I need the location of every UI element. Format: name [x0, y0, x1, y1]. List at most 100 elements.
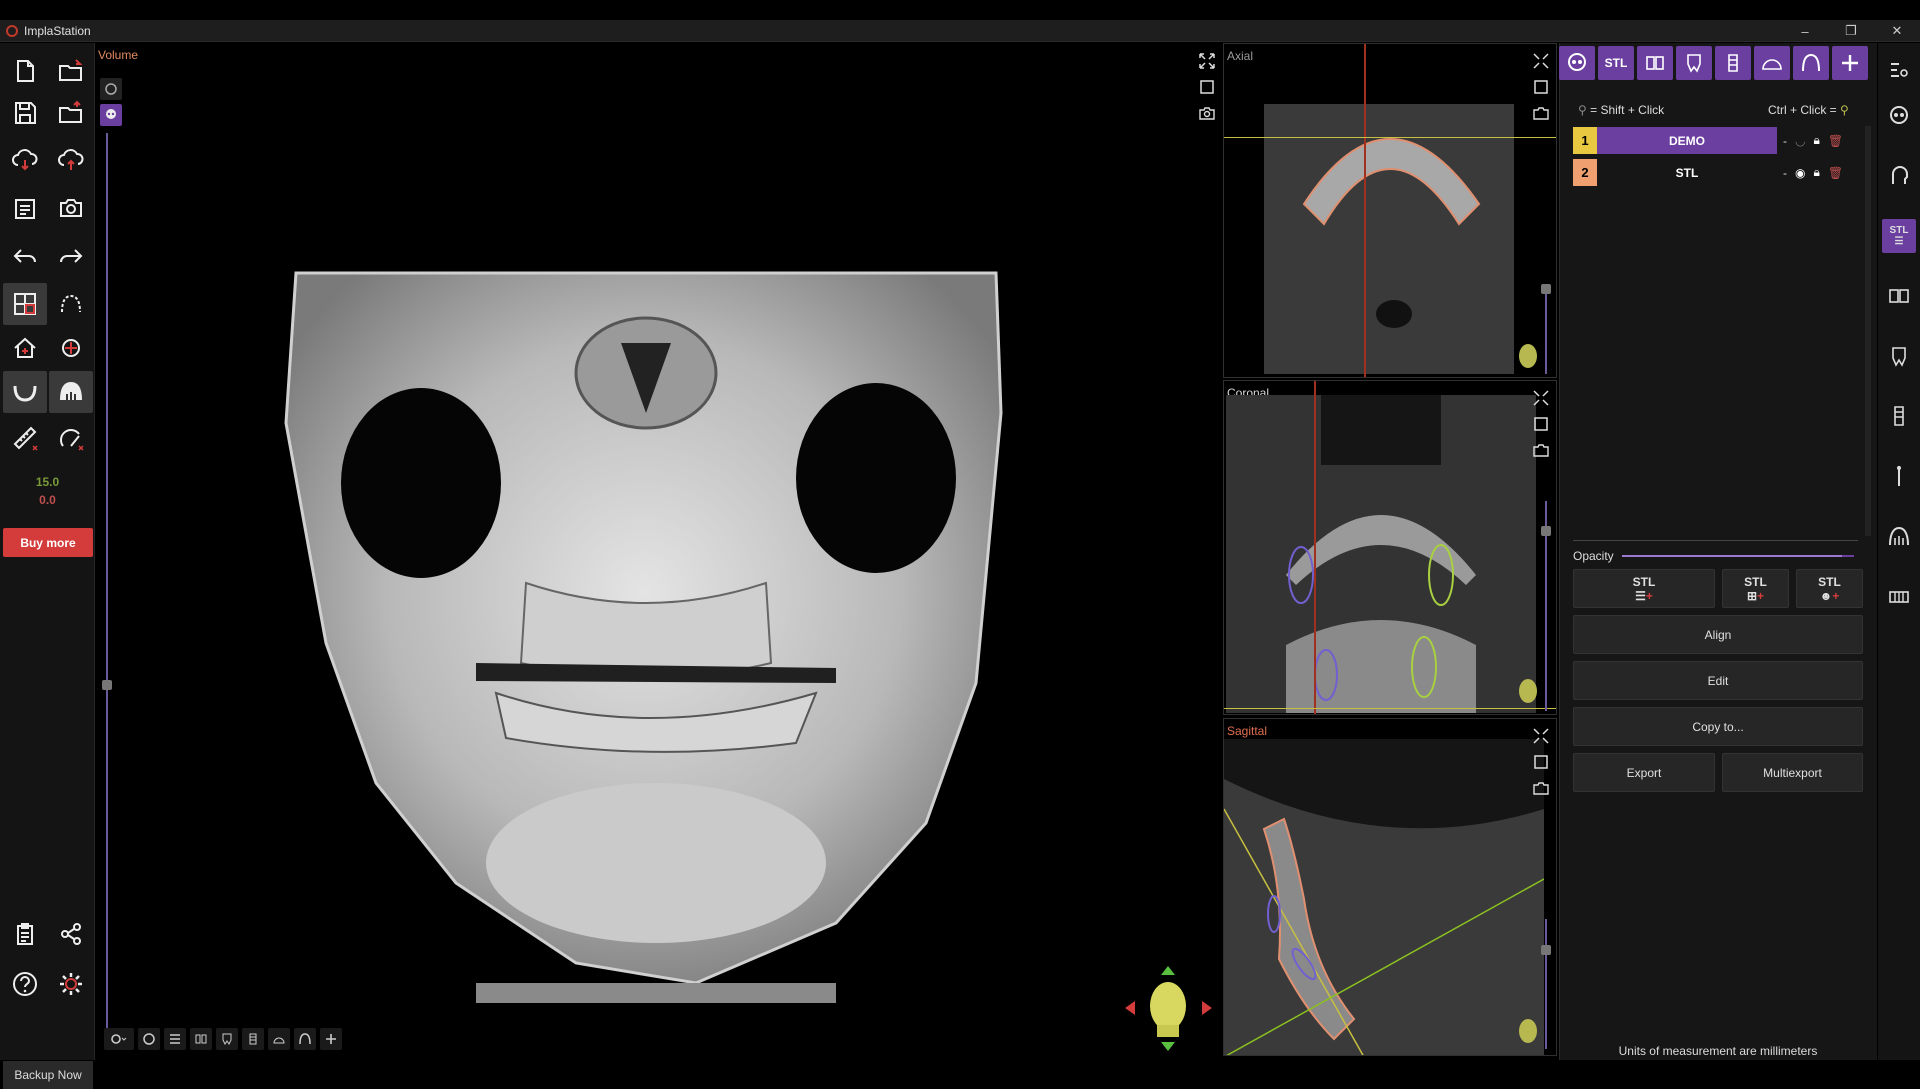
dentition-tool-button[interactable] [1882, 279, 1916, 313]
eye-icon[interactable]: ◉ [1795, 166, 1805, 180]
guide-object-tab[interactable] [1754, 46, 1790, 80]
align-button[interactable]: Align [1573, 615, 1863, 654]
axial-sagittal-crosshair[interactable] [1364, 44, 1366, 377]
panel-settings-button[interactable] [1882, 53, 1916, 87]
axial-view[interactable]: Axial [1223, 43, 1557, 378]
rotate-view-button[interactable] [49, 327, 93, 369]
settings-button[interactable] [49, 963, 93, 1005]
volume-view[interactable]: Volume [96, 43, 1222, 1060]
new-file-button[interactable] [3, 50, 47, 92]
axial-maximize-button[interactable] [1530, 50, 1552, 72]
angle-button[interactable] [49, 417, 93, 459]
lock-icon[interactable]: 🔒︎ [1813, 133, 1819, 148]
tooth-object-tab[interactable] [1676, 46, 1712, 80]
axial-window-button[interactable] [1530, 76, 1552, 98]
volume-snapshot-button[interactable] [1196, 102, 1218, 124]
coronal-sagittal-crosshair[interactable] [1314, 381, 1316, 714]
stl-tool-button[interactable]: STL ☰ [1882, 219, 1916, 253]
volume-threshold-slider-thumb[interactable] [102, 680, 112, 690]
skin-toggle-button[interactable] [100, 78, 122, 100]
bone-toggle-button[interactable] [100, 104, 122, 126]
sagittal-slice-slider-thumb[interactable] [1541, 945, 1551, 955]
head-tool-button[interactable] [1882, 159, 1916, 193]
lock-icon[interactable]: 🔒︎ [1813, 165, 1819, 180]
object-row[interactable]: 1 DEMO - ◡ 🔒︎ 🗑︎ [1573, 126, 1859, 155]
maxilla-button[interactable] [49, 371, 93, 413]
help-button[interactable] [3, 963, 47, 1005]
coronal-maximize-button[interactable] [1530, 387, 1552, 409]
edit-button[interactable]: Edit [1573, 661, 1863, 700]
sagittal-slice-slider[interactable] [1545, 919, 1547, 1049]
add-filter-button[interactable] [320, 1028, 342, 1050]
axial-slice-slider[interactable] [1545, 294, 1547, 374]
mandible-button[interactable] [3, 371, 47, 413]
skull-object-tab[interactable] [1559, 46, 1595, 80]
render-settings-button[interactable] [104, 1028, 134, 1050]
tooth-filter-button[interactable] [216, 1028, 238, 1050]
minimize-button[interactable]: – [1782, 20, 1828, 42]
axial-coronal-crosshair[interactable] [1224, 137, 1556, 138]
screenshot-button[interactable] [49, 187, 93, 229]
ruler-button[interactable] [3, 417, 47, 459]
opacity-slider[interactable] [1622, 555, 1854, 557]
nerve-object-tab[interactable] [1793, 46, 1829, 80]
implant-filter-button[interactable] [242, 1028, 264, 1050]
object-name[interactable]: STL [1597, 159, 1777, 186]
add-stl-skull-button[interactable]: STL ☻+ [1796, 569, 1863, 608]
implant-object-tab[interactable] [1715, 46, 1751, 80]
implant-tool-button[interactable] [1882, 399, 1916, 433]
clipboard-button[interactable] [3, 913, 47, 955]
add-object-tab[interactable] [1832, 46, 1868, 80]
volume-maximize-button[interactable] [1196, 50, 1218, 72]
sagittal-window-button[interactable] [1530, 751, 1552, 773]
coronal-axial-crosshair[interactable] [1224, 708, 1556, 709]
backup-now-button[interactable]: Backup Now [3, 1061, 93, 1089]
coronal-slice-slider-thumb[interactable] [1541, 526, 1551, 536]
redo-button[interactable] [49, 235, 93, 277]
guide-filter-button[interactable] [268, 1028, 290, 1050]
hidden-eye-icon[interactable]: ◡ [1795, 134, 1805, 148]
orientation-head-icon[interactable] [1121, 961, 1216, 1056]
layout-view-button[interactable] [3, 283, 47, 325]
volume-threshold-slider[interactable] [106, 133, 108, 1028]
skull-tool-button[interactable] [1882, 99, 1916, 133]
pin-tool-button[interactable] [1882, 459, 1916, 493]
export-folder-button[interactable] [49, 92, 93, 134]
panoramic-curve-button[interactable] [49, 283, 93, 325]
export-button[interactable]: Export [1573, 753, 1715, 792]
add-stl-button[interactable]: STL ☰+ [1573, 569, 1715, 608]
delete-icon[interactable]: 🗑︎ [1828, 166, 1843, 180]
multiexport-button[interactable]: Multiexport [1722, 753, 1863, 792]
copy-to-button[interactable]: Copy to... [1573, 707, 1863, 746]
guide-tool-button[interactable] [1882, 579, 1916, 613]
stl-filter-button[interactable] [164, 1028, 186, 1050]
buy-more-button[interactable]: Buy more [3, 528, 93, 557]
sagittal-snapshot-button[interactable] [1530, 777, 1552, 799]
home-view-button[interactable] [3, 327, 47, 369]
nerve-tool-button[interactable] [1882, 519, 1916, 553]
sagittal-maximize-button[interactable] [1530, 725, 1552, 747]
dentition-object-tab[interactable] [1637, 46, 1673, 80]
maximize-button[interactable]: ❐ [1828, 20, 1874, 42]
axial-snapshot-button[interactable] [1530, 102, 1552, 124]
skull-filter-button[interactable] [138, 1028, 160, 1050]
object-name[interactable]: DEMO [1597, 127, 1777, 154]
cloud-download-button[interactable] [3, 139, 47, 181]
dentition-filter-button[interactable] [190, 1028, 212, 1050]
report-button[interactable] [3, 187, 47, 229]
stl-object-tab[interactable]: STL [1598, 46, 1634, 80]
close-button[interactable]: ✕ [1874, 20, 1920, 42]
coronal-view[interactable]: Coronal [1223, 380, 1557, 715]
share-button[interactable] [49, 913, 93, 955]
volume-window-button[interactable] [1196, 76, 1218, 98]
axial-slice-slider-thumb[interactable] [1541, 284, 1551, 294]
delete-icon[interactable]: 🗑︎ [1828, 134, 1843, 148]
add-stl-dentition-button[interactable]: STL ⊞+ [1722, 569, 1789, 608]
coronal-snapshot-button[interactable] [1530, 439, 1552, 461]
open-folder-button[interactable] [49, 50, 93, 92]
sagittal-view[interactable]: Sagittal [1223, 718, 1557, 1056]
nerve-filter-button[interactable] [294, 1028, 316, 1050]
object-row[interactable]: 2 STL - ◉ 🔒︎ 🗑︎ [1573, 158, 1859, 187]
tooth-tool-button[interactable] [1882, 339, 1916, 373]
object-list-scrollbar[interactable] [1865, 126, 1871, 536]
